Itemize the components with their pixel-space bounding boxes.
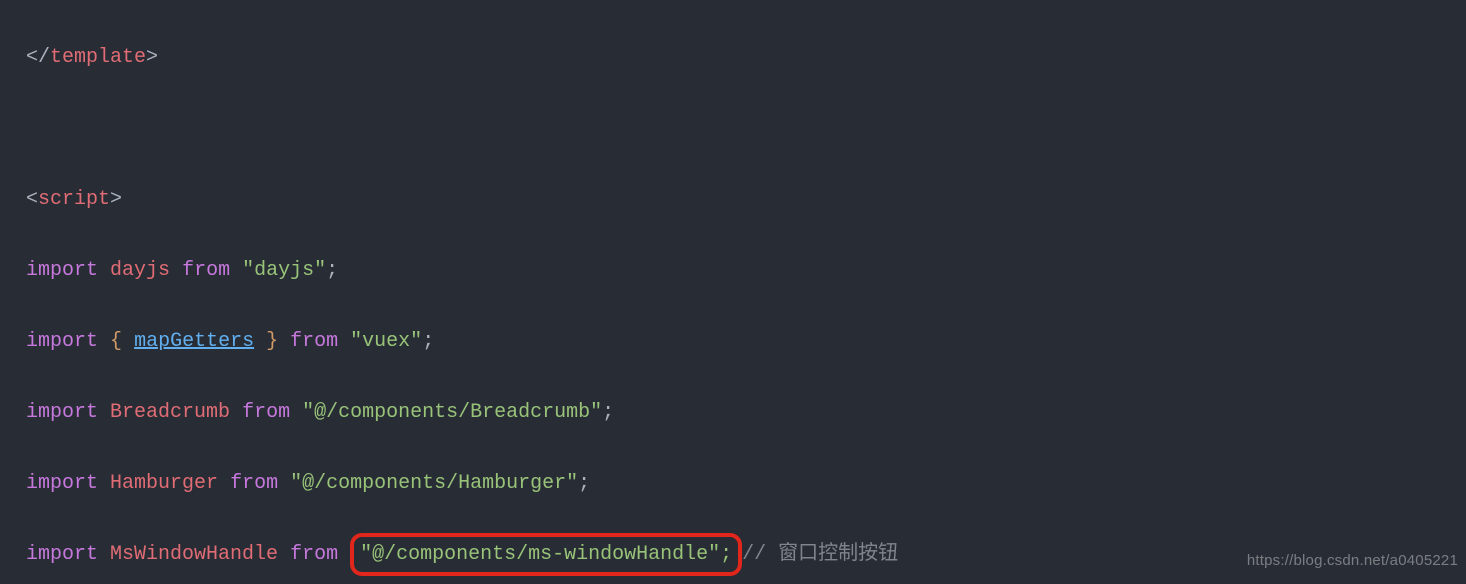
tag-template: template [50,46,146,69]
inline-comment: // 窗口控制按钮 [742,543,898,566]
highlight-box: "@/components/ms-windowHandle"; [350,533,742,577]
code-line-blank[interactable] [26,111,1466,147]
code-line[interactable]: import Hamburger from "@/components/Hamb… [26,466,1466,502]
symbol-link[interactable]: mapGetters [134,330,254,353]
watermark-text: https://blog.csdn.net/a0405221 [1247,543,1458,579]
code-line[interactable]: </template> [26,40,1466,76]
code-line[interactable]: import dayjs from "dayjs"; [26,253,1466,289]
code-line[interactable]: import { mapGetters } from "vuex"; [26,324,1466,360]
code-line[interactable]: import Breadcrumb from "@/components/Bre… [26,395,1466,431]
code-editor[interactable]: </template> <script> import dayjs from "… [0,0,1466,584]
tag-script: script [38,188,110,211]
code-line[interactable]: <script> [26,182,1466,218]
